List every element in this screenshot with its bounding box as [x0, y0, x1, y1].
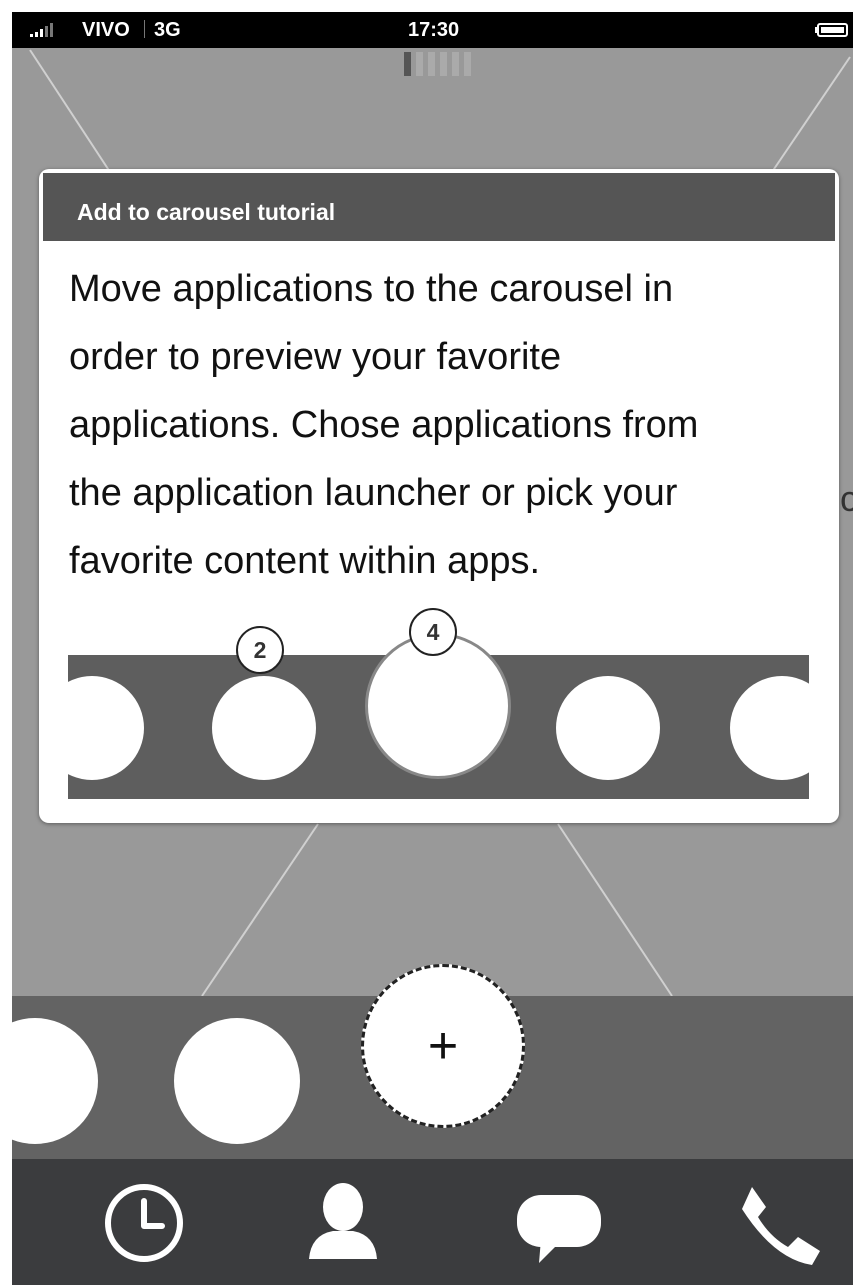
message-icon [517, 1195, 601, 1263]
page-dot [416, 52, 423, 76]
body-line: the application launcher or pick your [69, 472, 678, 514]
body-line: applications. Chose applications from [69, 404, 699, 446]
page-dot-active [404, 52, 411, 76]
dialog-body-text: Move applications to the carousel in ord… [69, 255, 809, 595]
carousel-illustration: 2 4 [40, 608, 834, 799]
step-badge: 2 [236, 626, 284, 674]
page-dot [464, 52, 471, 76]
contacts-button[interactable] [293, 1173, 393, 1273]
messages-button[interactable] [509, 1173, 609, 1273]
phone-button[interactable] [730, 1173, 830, 1273]
status-bar: VIVO 3G 17:30 [12, 12, 853, 48]
carousel-app-slot[interactable] [12, 1018, 98, 1144]
body-line: order to preview your favorite [69, 336, 562, 378]
page-dot [452, 52, 459, 76]
contact-icon [309, 1183, 377, 1259]
illustration-app-circle [40, 676, 144, 780]
illustration-app-circle [212, 676, 316, 780]
illustration-app-circle [556, 676, 660, 780]
phone-icon [742, 1187, 820, 1265]
page-dot [428, 52, 435, 76]
step-badge: 4 [409, 608, 457, 656]
recent-button[interactable] [94, 1173, 194, 1273]
battery-icon [815, 23, 848, 37]
page-dot [440, 52, 447, 76]
carrier-name: VIVO [82, 19, 130, 41]
tutorial-dialog[interactable]: Add to carousel tutorial Move applicatio… [39, 169, 839, 823]
network-type: 3G [154, 19, 181, 41]
plus-icon: + [427, 1017, 459, 1075]
signal-strength-icon [30, 23, 53, 37]
background-peek-text: c [840, 478, 853, 518]
status-separator [144, 20, 145, 38]
carousel-app-slot[interactable] [174, 1018, 300, 1144]
add-to-carousel-button[interactable]: + [361, 964, 525, 1128]
dialog-header: Add to carousel tutorial [43, 173, 835, 241]
phone-screen: VIVO 3G 17:30 c Add to carousel tutorial… [12, 12, 853, 1285]
dialog-title: Add to carousel tutorial [77, 199, 336, 225]
page-indicator [404, 52, 476, 76]
body-line: Move applications to the carousel in [69, 268, 674, 310]
body-line: favorite content within apps. [69, 540, 541, 582]
clock-time: 17:30 [408, 19, 460, 41]
bottom-dock [12, 1159, 853, 1285]
illustration-app-circle [730, 676, 834, 780]
clock-icon [105, 1184, 183, 1262]
